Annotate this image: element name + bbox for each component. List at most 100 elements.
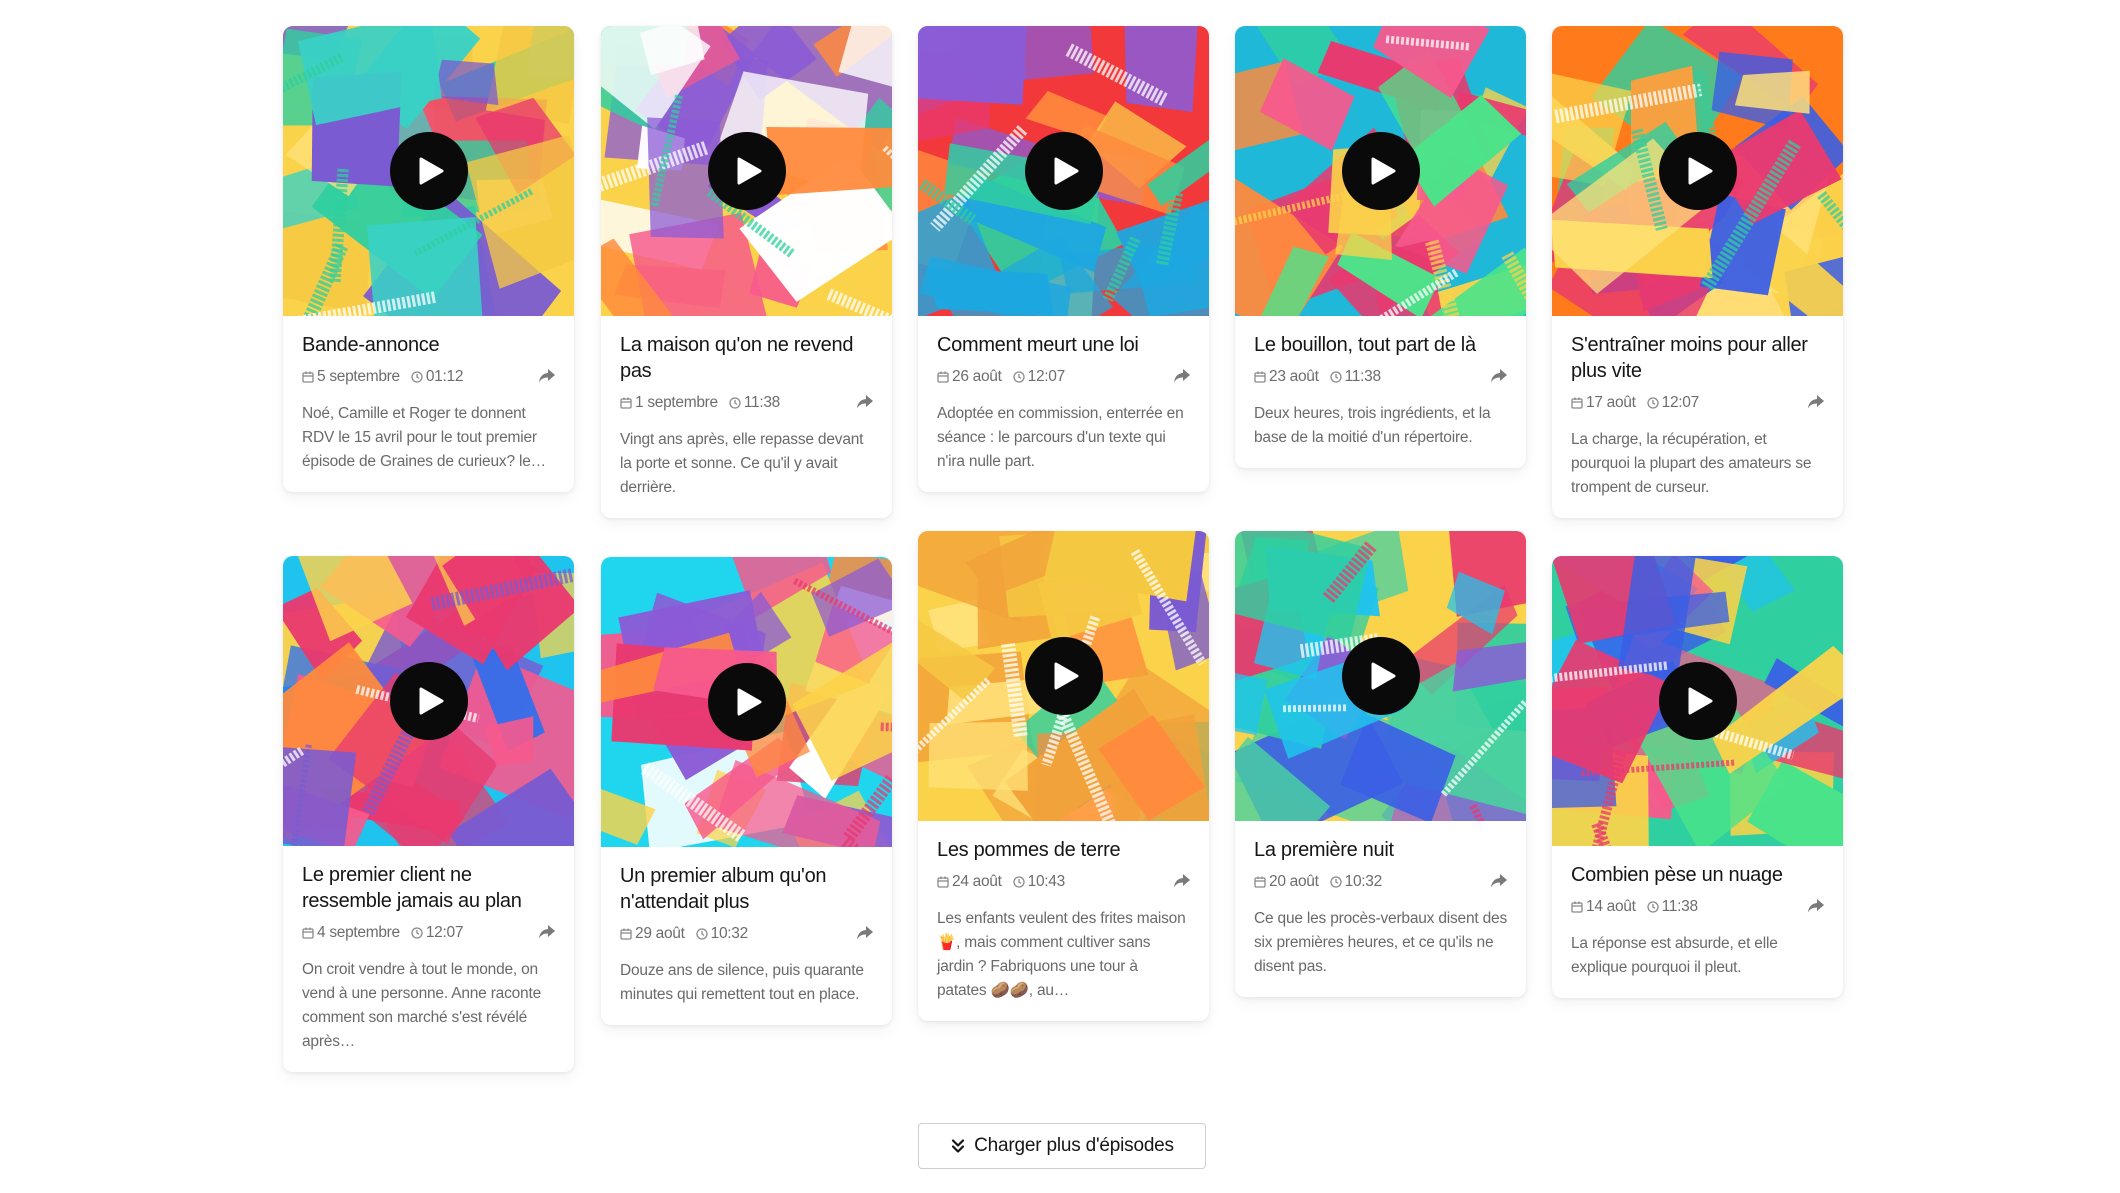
episode-title[interactable]: La maison qu'on ne revend pas [620, 332, 874, 384]
play-button[interactable] [389, 132, 468, 210]
episode-meta: 29 août 10:32 [620, 923, 874, 945]
clock-icon [1329, 371, 1342, 383]
play-icon [1688, 687, 1712, 715]
episode-duration: 10:43 [1027, 873, 1066, 890]
calendar-icon [1254, 371, 1266, 383]
play-icon [1054, 662, 1078, 690]
episode-duration: 11:38 [743, 394, 780, 411]
play-button[interactable] [1024, 132, 1103, 210]
clock-icon [729, 397, 741, 409]
episode-meta: 23 août 11:38 [1254, 366, 1508, 388]
episode-cover[interactable] [918, 531, 1209, 821]
episode-card[interactable]: La première nuit 20 août 10:32 Ce que le… [1235, 531, 1526, 997]
episode-duration: 10:32 [710, 925, 749, 942]
share-arrow-icon[interactable] [1490, 873, 1508, 889]
episode-cover[interactable] [1235, 531, 1526, 821]
play-icon [737, 157, 761, 185]
episode-title[interactable]: S'entraîner moins pour aller plus vite [1571, 332, 1825, 384]
episode-cover[interactable] [601, 557, 892, 847]
episode-duration: 12:07 [425, 924, 464, 941]
episode-description: Les enfants veulent des frites maison 🍟,… [937, 910, 1186, 999]
calendar-icon [1571, 901, 1583, 913]
episode-description: Ce que les procès-verbaux disent des six… [1254, 910, 1508, 975]
share-arrow-icon[interactable] [538, 368, 556, 384]
episode-title[interactable]: Un premier album qu'on n'attendait plus [620, 863, 874, 915]
clock-icon [1012, 876, 1025, 888]
episode-title[interactable]: La première nuit [1254, 837, 1508, 863]
episode-card[interactable]: Un premier album qu'on n'attendait plus … [601, 557, 892, 1025]
share-arrow-icon[interactable] [1173, 873, 1191, 889]
share-arrow-icon[interactable] [1490, 368, 1508, 384]
clock-icon [411, 371, 423, 383]
episode-cover[interactable] [601, 26, 892, 316]
play-icon [1371, 157, 1395, 185]
episode-card[interactable]: Combien pèse un nuage 14 août 11:38 La r… [1552, 556, 1843, 998]
episode-date: 23 août [1269, 368, 1319, 385]
share-arrow-icon[interactable] [1807, 898, 1825, 914]
share-arrow-icon[interactable] [856, 925, 874, 941]
episode-title[interactable]: Combien pèse un nuage [1571, 862, 1825, 888]
play-button[interactable] [389, 662, 468, 740]
episode-card[interactable]: La maison qu'on ne revend pas 1 septembr… [601, 26, 892, 518]
episode-grid: Bande-annonce 5 septembre 01:12 Noé, Cam… [0, 0, 2120, 1193]
episode-meta: 24 août 10:43 [937, 871, 1191, 893]
episode-meta: 4 septembre 12:07 [302, 922, 556, 944]
episode-description: La charge, la récupération, et pourquoi … [1571, 431, 1812, 496]
episode-meta: 14 août 11:38 [1571, 896, 1825, 918]
play-icon [1371, 662, 1395, 690]
load-more-button[interactable]: Charger plus d'épisodes [918, 1123, 1206, 1169]
episode-title[interactable]: Bande-annonce [302, 332, 556, 358]
episode-description: La réponse est absurde, et elle explique… [1571, 935, 1778, 976]
episode-cover[interactable] [1552, 26, 1843, 316]
episode-card[interactable]: Les pommes de terre 24 août 10:43 Les en… [918, 531, 1209, 1021]
episode-cover[interactable] [1552, 556, 1843, 846]
episode-title[interactable]: Le bouillon, tout part de là [1254, 332, 1508, 358]
episode-card[interactable]: S'entraîner moins pour aller plus vite 1… [1552, 26, 1843, 518]
play-icon [1688, 157, 1712, 185]
episode-date: 1 septembre [635, 394, 718, 411]
episode-date: 14 août [1586, 898, 1636, 915]
play-button[interactable] [707, 663, 786, 741]
episode-card[interactable]: Comment meurt une loi 26 août 12:07 Adop… [918, 26, 1209, 492]
calendar-icon [937, 371, 949, 383]
share-arrow-icon[interactable] [1807, 394, 1825, 410]
episode-description: On croit vendre à tout le monde, on vend… [302, 961, 542, 1050]
episode-title[interactable]: Comment meurt une loi [937, 332, 1191, 358]
episode-cover[interactable] [1235, 26, 1526, 316]
share-arrow-icon[interactable] [856, 394, 874, 410]
episode-cover[interactable] [283, 26, 574, 316]
play-button[interactable] [1658, 132, 1737, 210]
episode-meta: 17 août 12:07 [1571, 392, 1825, 414]
episode-title[interactable]: Le premier client ne ressemble jamais au… [302, 862, 556, 914]
episode-description: Adoptée en commission, enterrée en séanc… [937, 405, 1184, 470]
episode-card[interactable]: Le premier client ne ressemble jamais au… [283, 556, 574, 1072]
play-icon [419, 687, 443, 715]
play-button[interactable] [707, 132, 786, 210]
episode-date: 17 août [1586, 394, 1636, 411]
episode-date: 5 septembre [317, 368, 400, 385]
episode-card[interactable]: Bande-annonce 5 septembre 01:12 Noé, Cam… [283, 26, 574, 492]
episode-duration: 10:32 [1344, 873, 1383, 890]
play-button[interactable] [1341, 132, 1420, 210]
share-arrow-icon[interactable] [1173, 368, 1191, 384]
clock-icon [1012, 371, 1025, 383]
episode-date: 20 août [1269, 873, 1319, 890]
play-icon [419, 157, 443, 185]
clock-icon [1646, 901, 1659, 913]
calendar-icon [620, 397, 632, 409]
play-button[interactable] [1658, 662, 1737, 740]
play-button[interactable] [1024, 637, 1103, 715]
episode-cover[interactable] [918, 26, 1209, 316]
calendar-icon [620, 928, 632, 940]
episode-date: 29 août [635, 925, 685, 942]
play-icon [737, 688, 761, 716]
calendar-icon [302, 371, 314, 383]
play-button[interactable] [1341, 637, 1420, 715]
episode-card[interactable]: Le bouillon, tout part de là 23 août 11:… [1235, 26, 1526, 468]
episode-meta: 1 septembre 11:38 [620, 392, 874, 414]
episode-cover[interactable] [283, 556, 574, 846]
episode-meta: 26 août 12:07 [937, 366, 1191, 388]
calendar-icon [302, 927, 314, 939]
episode-title[interactable]: Les pommes de terre [937, 837, 1191, 863]
share-arrow-icon[interactable] [538, 924, 556, 940]
